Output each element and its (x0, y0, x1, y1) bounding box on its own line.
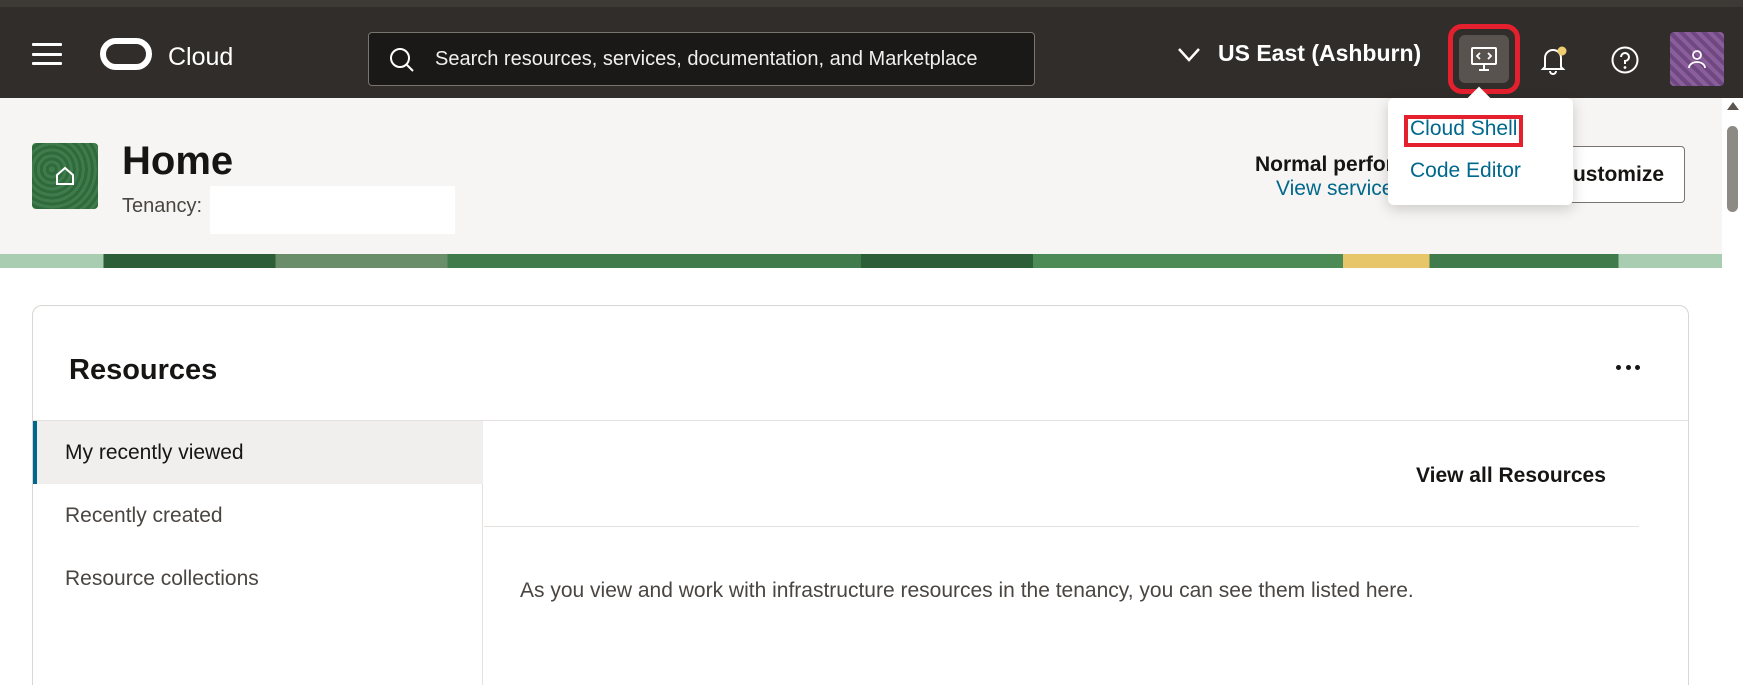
service-status-title: Normal performance (1255, 153, 1392, 176)
brand-label: Cloud (168, 43, 234, 71)
hamburger-menu-icon[interactable] (32, 43, 62, 65)
tab-recently-created[interactable]: Recently created (33, 484, 483, 547)
region-selector[interactable]: US East (Ashburn) (1176, 40, 1421, 67)
service-health-link[interactable]: View service health (1276, 177, 1392, 201)
oracle-logo[interactable] (100, 38, 152, 70)
menu-item-code-editor[interactable]: Code Editor (1410, 159, 1521, 183)
resources-title: Resources (69, 354, 218, 386)
view-all-resources-link[interactable]: View all Resources (1416, 464, 1606, 488)
profile-avatar[interactable] (1670, 32, 1724, 86)
scrollbar-thumb[interactable] (1727, 126, 1738, 212)
page-scrollbar[interactable] (1722, 98, 1743, 685)
help-icon[interactable] (1610, 45, 1640, 75)
resources-card: Resources My recently viewed Recently cr… (32, 305, 1689, 685)
tab-my-recently-viewed[interactable]: My recently viewed (33, 421, 483, 484)
search-box[interactable] (368, 32, 1035, 86)
page-title: Home (122, 139, 234, 183)
divider (484, 526, 1639, 527)
top-nav-bar: Cloud US East (Ashburn) (0, 0, 1743, 98)
menu-item-cloud-shell[interactable]: Cloud Shell (1410, 117, 1517, 141)
user-icon (1688, 50, 1706, 69)
code-monitor-icon (1471, 47, 1497, 71)
resources-tab-list: My recently viewed Recently created Reso… (33, 421, 483, 685)
tenancy-label: Tenancy: (122, 195, 203, 217)
more-options-icon[interactable] (1608, 352, 1648, 382)
tab-resource-collections[interactable]: Resource collections (33, 547, 483, 610)
developer-tools-menu: Cloud Shell Code Editor (1388, 98, 1573, 205)
tenancy-name-redacted (210, 186, 455, 234)
search-icon (390, 48, 414, 72)
region-label: US East (Ashburn) (1218, 40, 1422, 66)
developer-tools-button[interactable] (1448, 24, 1520, 94)
search-input[interactable] (435, 33, 1019, 85)
home-tile (32, 143, 98, 209)
notifications-bell-icon[interactable] (1536, 43, 1570, 77)
decorative-banner (0, 254, 1722, 268)
scroll-up-arrow-icon[interactable] (1727, 102, 1739, 110)
empty-state-message: As you view and work with infrastructure… (520, 579, 1414, 602)
home-icon (56, 166, 74, 185)
chevron-down-icon (1178, 47, 1200, 62)
